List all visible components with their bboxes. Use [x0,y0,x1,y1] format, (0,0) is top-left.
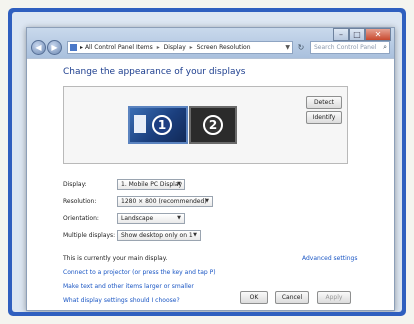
close-button[interactable]: ✕ [365,28,391,41]
back-button[interactable]: ◀ [31,40,46,55]
orientation-select[interactable]: Landscape ▼ [117,213,185,224]
connect-projector-link[interactable]: Connect to a projector (or press the key… [63,269,216,276]
multiple-displays-select-value: Show desktop only on 1 [121,232,193,239]
resolution-label: Resolution: [63,198,97,205]
display-select-value: 1. Mobile PC Display [121,181,183,188]
monitor-1-number: 1 [152,115,172,135]
detect-button[interactable]: Detect [306,96,342,109]
desktop-preview-icon [134,115,146,133]
breadcrumb-separator-icon: ▸ [156,44,160,51]
address-bar[interactable]: ▸ All Control Panel Items ▸ Display ▸ Sc… [67,41,293,54]
chevron-down-icon: ▼ [177,181,181,187]
chevron-down-icon: ▼ [193,232,197,238]
chevron-down-icon: ▼ [205,198,209,204]
display-select[interactable]: 1. Mobile PC Display ▼ [117,179,185,190]
address-chevron-icon: ▸ [80,44,84,51]
apply-button: Apply [317,291,351,304]
search-input[interactable]: Search Control Panel ⌕ [310,41,390,54]
display-label: Display: [63,181,87,188]
forward-button[interactable]: ▶ [47,40,62,55]
page-title: Change the appearance of your displays [63,67,246,77]
screenshot-frame: – □ ✕ ◀ ▶ ▸ All Control Panel Items ▸ Di… [8,8,406,316]
refresh-icon[interactable]: ↻ [295,41,307,54]
breadcrumb-screen-resolution[interactable]: Screen Resolution [197,44,251,51]
monitor-2-thumbnail[interactable]: 2 [189,106,237,144]
search-placeholder: Search Control Panel [314,44,377,51]
text-size-link[interactable]: Make text and other items larger or smal… [63,283,194,290]
minimize-button[interactable]: – [333,28,349,41]
resolution-select[interactable]: 1280 × 800 (recommended) ▼ [117,196,213,207]
window-titlebar: – □ ✕ ◀ ▶ ▸ All Control Panel Items ▸ Di… [27,28,394,58]
address-dropdown-icon[interactable]: ▼ [285,42,290,53]
cancel-button[interactable]: Cancel [275,291,309,304]
chevron-down-icon: ▼ [177,215,181,221]
orientation-label: Orientation: [63,215,99,222]
display-settings-help-link[interactable]: What display settings should I choose? [63,297,180,304]
control-panel-icon [70,44,77,51]
monitor-2-number: 2 [203,115,223,135]
main-content: Change the appearance of your displays 1… [27,58,394,310]
search-icon[interactable]: ⌕ [383,42,387,53]
resolution-select-value: 1280 × 800 (recommended) [121,198,207,205]
advanced-settings-link[interactable]: Advanced settings [302,255,357,262]
breadcrumb-separator-icon: ▸ [189,44,193,51]
ok-button[interactable]: OK [240,291,268,304]
screen-resolution-window: – □ ✕ ◀ ▶ ▸ All Control Panel Items ▸ Di… [26,27,395,311]
breadcrumb-display[interactable]: Display [164,44,186,51]
breadcrumb-all-items[interactable]: All Control Panel Items [85,44,153,51]
multiple-displays-label: Multiple displays: [63,232,116,239]
main-display-note: This is currently your main display. [63,255,168,262]
orientation-select-value: Landscape [121,215,154,222]
monitor-1-thumbnail[interactable]: 1 [128,106,188,144]
multiple-displays-select[interactable]: Show desktop only on 1 ▼ [117,230,201,241]
display-preview: 1 2 Detect Identify [63,86,348,164]
desktop-background: – □ ✕ ◀ ▶ ▸ All Control Panel Items ▸ Di… [12,12,402,312]
identify-button[interactable]: Identify [306,111,342,124]
maximize-button[interactable]: □ [349,28,365,41]
